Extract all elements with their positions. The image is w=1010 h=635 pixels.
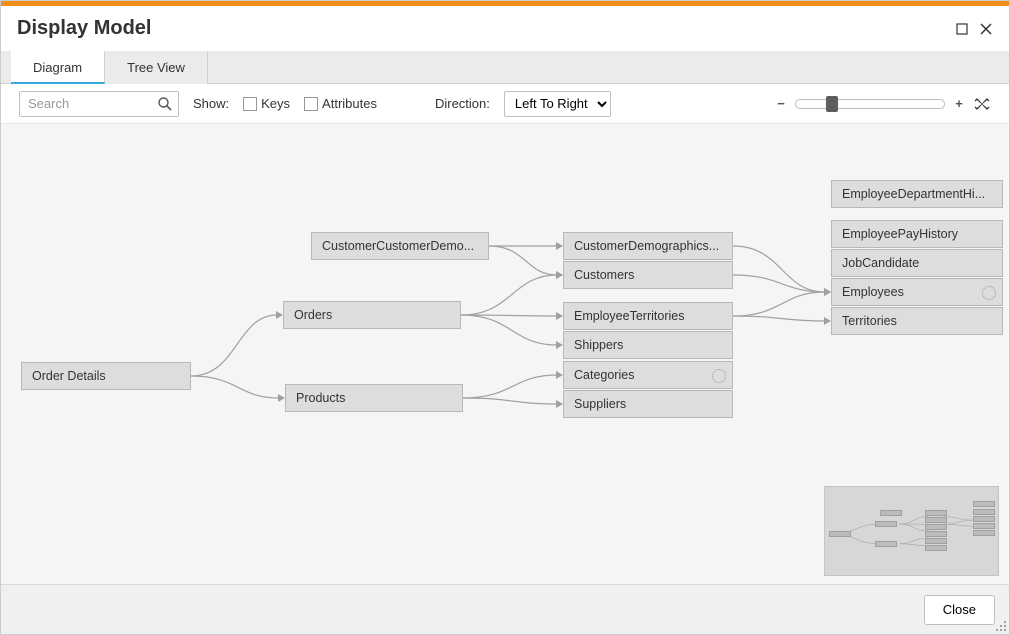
zoom-in-button[interactable]: + xyxy=(951,96,967,112)
zoom-slider[interactable] xyxy=(795,99,945,109)
node-products[interactable]: Products xyxy=(285,384,463,412)
node-categories[interactable]: Categories xyxy=(563,361,733,389)
attributes-checkbox[interactable] xyxy=(304,97,318,111)
close-icon xyxy=(980,23,992,35)
show-label: Show: xyxy=(193,96,229,111)
node-emp-pay-history[interactable]: EmployeePayHistory xyxy=(831,220,1003,248)
search-wrap xyxy=(19,91,179,117)
node-suppliers[interactable]: Suppliers xyxy=(563,390,733,418)
window: Display Model Diagram Tree View Show: Ke… xyxy=(0,0,1010,635)
node-cust-cust-demo[interactable]: CustomerCustomerDemo... xyxy=(311,232,489,260)
attributes-checkbox-label[interactable]: Attributes xyxy=(304,96,377,111)
node-emp-dept-history[interactable]: EmployeeDepartmentHi... xyxy=(831,180,1003,208)
node-job-candidate[interactable]: JobCandidate xyxy=(831,249,1003,277)
search-icon xyxy=(157,96,173,112)
keys-label-text: Keys xyxy=(261,96,290,111)
direction-label: Direction: xyxy=(435,96,490,111)
tab-diagram[interactable]: Diagram xyxy=(11,51,105,84)
node-customers[interactable]: Customers xyxy=(563,261,733,289)
close-window-button[interactable] xyxy=(979,22,993,36)
toolbar: Show: Keys Attributes Direction: Left To… xyxy=(1,84,1009,124)
zoom-slider-thumb[interactable] xyxy=(826,96,838,112)
maximize-icon xyxy=(956,23,968,35)
footer: Close xyxy=(1,585,1009,634)
tab-tree-view[interactable]: Tree View xyxy=(105,51,208,84)
window-controls xyxy=(955,22,993,36)
keys-checkbox[interactable] xyxy=(243,97,257,111)
attributes-label-text: Attributes xyxy=(322,96,377,111)
node-shippers[interactable]: Shippers xyxy=(563,331,733,359)
zoom-out-button[interactable]: − xyxy=(773,96,789,112)
close-button[interactable]: Close xyxy=(924,595,995,625)
minimap[interactable] xyxy=(824,486,999,576)
node-emp-territories[interactable]: EmployeeTerritories xyxy=(563,302,733,330)
node-territories[interactable]: Territories xyxy=(831,307,1003,335)
node-orders[interactable]: Orders xyxy=(283,301,461,329)
direction-select[interactable]: Left To Right xyxy=(504,91,611,117)
keys-checkbox-label[interactable]: Keys xyxy=(243,96,290,111)
zoom-controls: − + xyxy=(773,95,991,113)
maximize-button[interactable] xyxy=(955,22,969,36)
titlebar: Display Model xyxy=(1,6,1009,51)
fit-to-screen-button[interactable] xyxy=(973,95,991,113)
diagram-canvas[interactable]: Order Details Orders Products CustomerCusto… xyxy=(1,124,1009,585)
resize-grip-icon[interactable] xyxy=(995,620,1007,632)
search-input[interactable] xyxy=(19,91,179,117)
node-cust-demo[interactable]: CustomerDemographics... xyxy=(563,232,733,260)
tabs: Diagram Tree View xyxy=(1,51,1009,84)
window-title: Display Model xyxy=(17,17,955,40)
node-order-details[interactable]: Order Details xyxy=(21,362,191,390)
node-employees[interactable]: Employees xyxy=(831,278,1003,306)
